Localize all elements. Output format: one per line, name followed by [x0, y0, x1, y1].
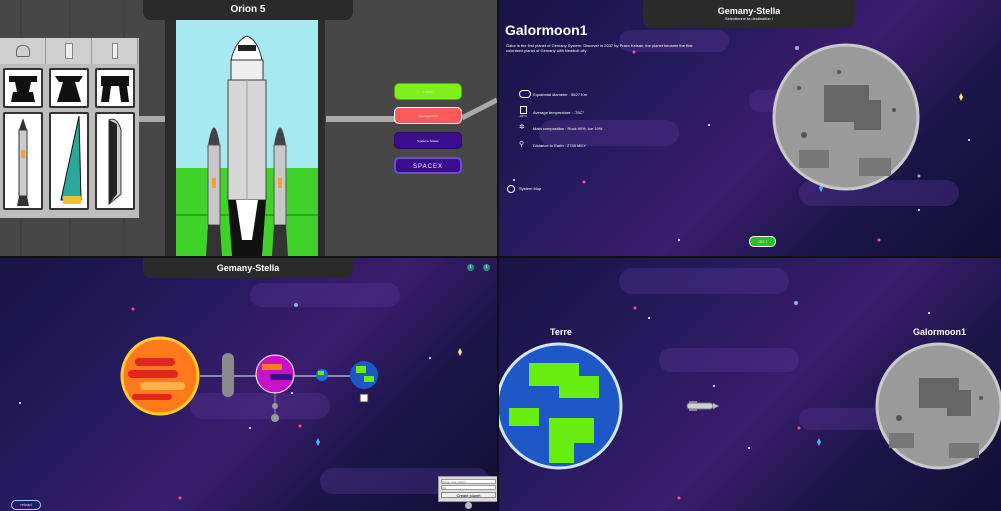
create-planet-form: Create planet: [438, 476, 497, 502]
system-subtitle: Selectionne ta destination !: [724, 16, 774, 21]
capsule-icon: [15, 45, 30, 57]
parts-panel: [0, 38, 139, 218]
earth-planet[interactable]: [499, 342, 623, 470]
sun[interactable]: [120, 336, 200, 416]
system-title-bar: Gemany-Stella Selectionne ta destination…: [643, 0, 855, 28]
moon-2[interactable]: [271, 414, 279, 422]
spacex-logo-button[interactable]: SPACEX: [394, 157, 462, 174]
spaceship[interactable]: [686, 401, 719, 411]
tab-capsules[interactable]: [0, 38, 46, 64]
stage-part-3[interactable]: [95, 112, 135, 210]
add-icon[interactable]: [465, 502, 472, 509]
planet-name-input[interactable]: [441, 479, 496, 484]
destination-label: Galormoon1: [913, 327, 967, 337]
distance-icon: ⚲: [519, 141, 525, 148]
engine-part-3[interactable]: [95, 68, 135, 108]
spacex-logo: SPACEX: [413, 164, 443, 170]
planet-earth[interactable]: [350, 361, 378, 389]
asteroid-belt[interactable]: [222, 353, 234, 397]
settings-icon[interactable]: i: [483, 264, 490, 271]
planet-name: Galormoon1: [505, 22, 588, 38]
reload-button[interactable]: reload: [11, 500, 41, 510]
go-button[interactable]: GO !: [749, 236, 776, 247]
test-delete-button[interactable]: Test supprimer: [394, 107, 462, 124]
rocket-builder-panel: Orion 5 Lancer Test supprimer Système So…: [0, 0, 497, 256]
planet-description: Galor is the first planet of Gemany Syst…: [506, 43, 693, 53]
stage-part-2[interactable]: [49, 112, 89, 210]
travel-canvas: [499, 268, 1001, 500]
moon-1[interactable]: [272, 403, 278, 409]
planet-info-panel: Gemany-Stella Selectionne ta destination…: [499, 0, 1001, 256]
booster-icon: [111, 43, 118, 59]
launch-button[interactable]: Lancer: [394, 83, 462, 100]
origin-label: Terre: [550, 327, 572, 337]
tab-stages[interactable]: [46, 38, 92, 64]
create-planet-button[interactable]: Create planet: [441, 492, 496, 498]
planet-size-input[interactable]: [441, 485, 496, 490]
planet-small[interactable]: [316, 369, 328, 381]
destination-planet[interactable]: [875, 342, 1001, 470]
diameter-icon: [519, 90, 531, 98]
map-title: Gemany-Stella: [143, 258, 353, 278]
engine-part-2[interactable]: [49, 68, 89, 108]
info-icon[interactable]: i: [467, 264, 474, 271]
orbit-icon: [507, 185, 515, 193]
right-booster: [272, 127, 288, 256]
left-booster: [206, 127, 222, 256]
stage-part-1[interactable]: [3, 112, 43, 210]
galormoon-planet[interactable]: [772, 43, 920, 191]
system-map-canvas: [19, 283, 490, 500]
molecule-icon: ✲: [519, 124, 525, 131]
system-map-panel: Gemany-Stella i i Create planet reload: [0, 258, 497, 511]
solar-system-button[interactable]: Système Solaire: [394, 132, 462, 149]
thermometer-icon: [520, 106, 527, 114]
system-title: Gemany-Stella: [717, 6, 781, 16]
stage-icon: [64, 43, 73, 59]
travel-panel: Terre Galormoon1: [499, 258, 1001, 511]
tab-boosters[interactable]: [92, 38, 138, 64]
engine-part-1[interactable]: [3, 68, 43, 108]
rocket-title: Orion 5: [143, 0, 353, 20]
planet-purple[interactable]: [255, 354, 295, 394]
rocket-marker-icon[interactable]: [359, 393, 369, 403]
